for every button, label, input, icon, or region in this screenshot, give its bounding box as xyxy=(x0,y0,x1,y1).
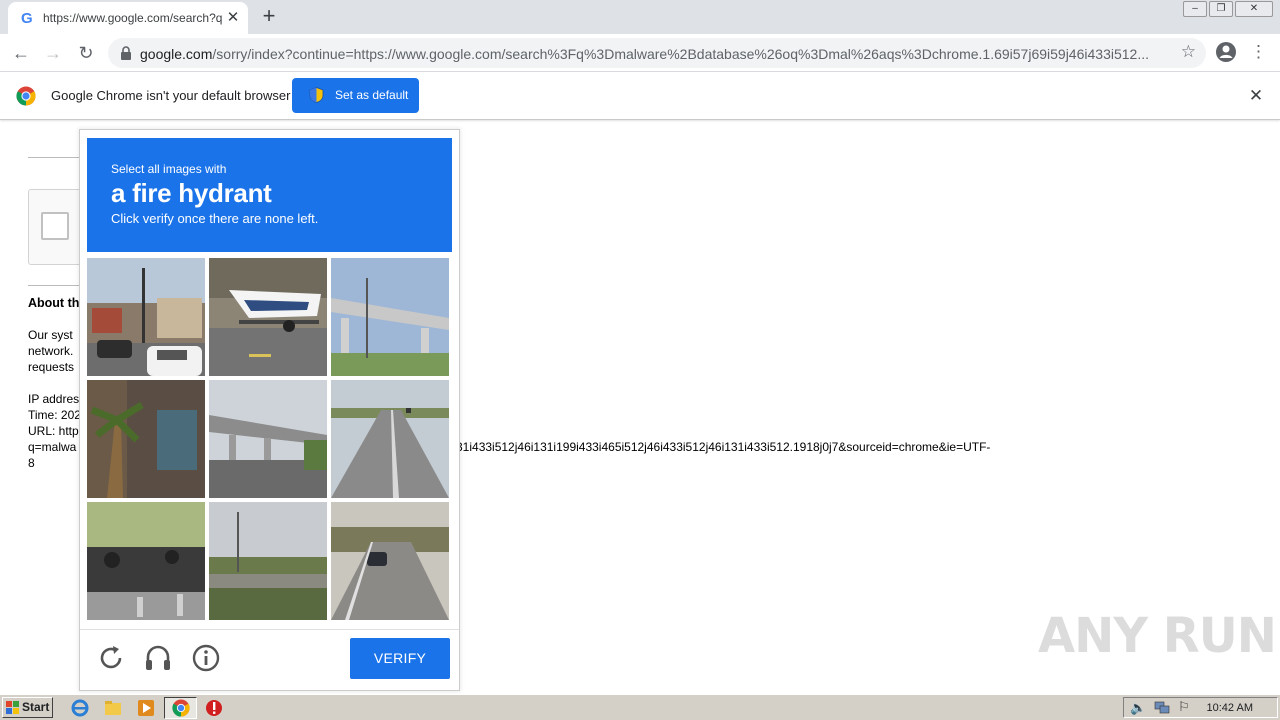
browser-tab[interactable]: G https://www.google.com/search?q=malwar… xyxy=(8,2,248,34)
riverside-path-icon xyxy=(209,502,327,620)
internet-explorer-icon[interactable] xyxy=(70,698,90,718)
bookmark-star-icon[interactable]: ☆ xyxy=(1181,42,1196,62)
audio-challenge-icon[interactable] xyxy=(143,643,173,673)
page-line: 8 xyxy=(28,456,35,470)
restore-icon[interactable]: ❐ xyxy=(1209,1,1233,17)
elevated-railway-icon xyxy=(209,380,327,498)
address-bar[interactable]: google.com/sorry/index?continue=https://… xyxy=(108,38,1206,68)
motorcycles-street-icon xyxy=(87,502,205,620)
highway-overpass-icon xyxy=(331,258,449,376)
new-tab-button[interactable]: + xyxy=(258,5,280,28)
page-divider xyxy=(28,157,80,158)
taskbar-chrome-button[interactable] xyxy=(164,697,197,719)
menu-kebab-icon[interactable]: ⋮ xyxy=(1250,42,1267,64)
set-as-default-button[interactable]: Set as default xyxy=(292,78,419,113)
reload-challenge-icon[interactable] xyxy=(96,643,126,673)
lock-icon xyxy=(121,46,131,60)
chrome-icon xyxy=(16,86,36,106)
verify-button[interactable]: VERIFY xyxy=(350,638,450,679)
start-button[interactable]: Start xyxy=(2,697,53,718)
street-intersection-icon xyxy=(87,258,205,376)
rural-road-icon xyxy=(331,380,449,498)
instruction-note: Click verify once there are none left. xyxy=(111,211,319,226)
challenge-header: Select all images with a fire hydrant Cl… xyxy=(87,138,452,252)
default-browser-infobar: Google Chrome isn't your default browser… xyxy=(0,72,1280,120)
page-line: Our syst xyxy=(28,328,73,342)
palm-tree-mural-icon xyxy=(87,380,205,498)
image-tile-8[interactable] xyxy=(209,502,327,620)
reload-icon[interactable]: ↻ xyxy=(73,40,99,66)
tab-strip: G https://www.google.com/search?q=malwar… xyxy=(0,0,1280,34)
back-icon[interactable]: ← xyxy=(8,40,34,66)
url-text: google.com/sorry/index?continue=https://… xyxy=(140,46,1149,62)
minimize-icon[interactable]: – xyxy=(1183,1,1207,17)
tab-close-icon[interactable]: ✕ xyxy=(224,9,242,27)
windows-taskbar: Start 🔈 ⚐ 10:42 AM xyxy=(0,694,1280,720)
windows-flag-icon xyxy=(6,701,19,714)
media-player-icon[interactable] xyxy=(136,698,156,718)
close-window-icon[interactable]: ✕ xyxy=(1235,1,1273,17)
url-tail-text: 31i433i512j46i131i199i433i465i512j46i433… xyxy=(456,440,991,454)
footer-divider xyxy=(80,629,459,630)
recaptcha-checkbox[interactable] xyxy=(41,212,69,240)
page-line: network. xyxy=(28,344,74,358)
anyrun-watermark: ANY RUN xyxy=(1038,608,1277,664)
image-tile-5[interactable] xyxy=(209,380,327,498)
image-tile-7[interactable] xyxy=(87,502,205,620)
forward-icon[interactable]: → xyxy=(40,40,66,66)
infobar-close-icon[interactable]: ✕ xyxy=(1246,86,1266,106)
image-tile-1[interactable] xyxy=(87,258,205,376)
file-explorer-icon[interactable] xyxy=(103,698,123,718)
svg-text:G: G xyxy=(21,10,33,26)
system-tray: 🔈 ⚐ 10:42 AM xyxy=(1123,697,1278,718)
network-icon[interactable] xyxy=(1154,701,1170,715)
volume-icon[interactable]: 🔈 xyxy=(1130,700,1146,716)
page-divider xyxy=(28,285,80,286)
road-with-car-icon xyxy=(331,502,449,620)
page-line: IP addres xyxy=(28,392,80,406)
image-tile-4[interactable] xyxy=(87,380,205,498)
infobar-message: Google Chrome isn't your default browser xyxy=(51,88,291,103)
about-heading: About th xyxy=(28,296,80,310)
image-tile-9[interactable] xyxy=(331,502,449,620)
image-tile-3[interactable] xyxy=(331,258,449,376)
chrome-icon xyxy=(172,699,190,717)
start-label: Start xyxy=(22,700,50,714)
shield-icon xyxy=(309,87,324,103)
profile-avatar-icon[interactable] xyxy=(1215,41,1237,63)
instruction-small: Select all images with xyxy=(111,162,227,176)
browser-toolbar: ← → ↻ google.com/sorry/index?continue=ht… xyxy=(0,34,1280,72)
boat-on-trailer-icon xyxy=(209,258,327,376)
target-object: a fire hydrant xyxy=(111,178,272,208)
set-as-default-label: Set as default xyxy=(335,88,409,102)
page-line: URL: http xyxy=(28,424,79,438)
page-line: requests xyxy=(28,360,75,374)
image-tile-2[interactable] xyxy=(209,258,327,376)
google-icon: G xyxy=(21,10,33,26)
page-line: q=malwa xyxy=(28,440,77,454)
tab-title: https://www.google.com/search?q=malware+… xyxy=(43,11,223,25)
stop-sign-icon[interactable] xyxy=(204,698,224,718)
image-tile-6[interactable] xyxy=(331,380,449,498)
taskbar-clock: 10:42 AM xyxy=(1206,702,1253,714)
action-center-flag-icon[interactable]: ⚐ xyxy=(1178,699,1190,715)
recaptcha-challenge: Select all images with a fire hydrant Cl… xyxy=(79,129,460,691)
info-icon[interactable] xyxy=(191,643,221,673)
page-line: Time: 202 xyxy=(28,408,81,422)
